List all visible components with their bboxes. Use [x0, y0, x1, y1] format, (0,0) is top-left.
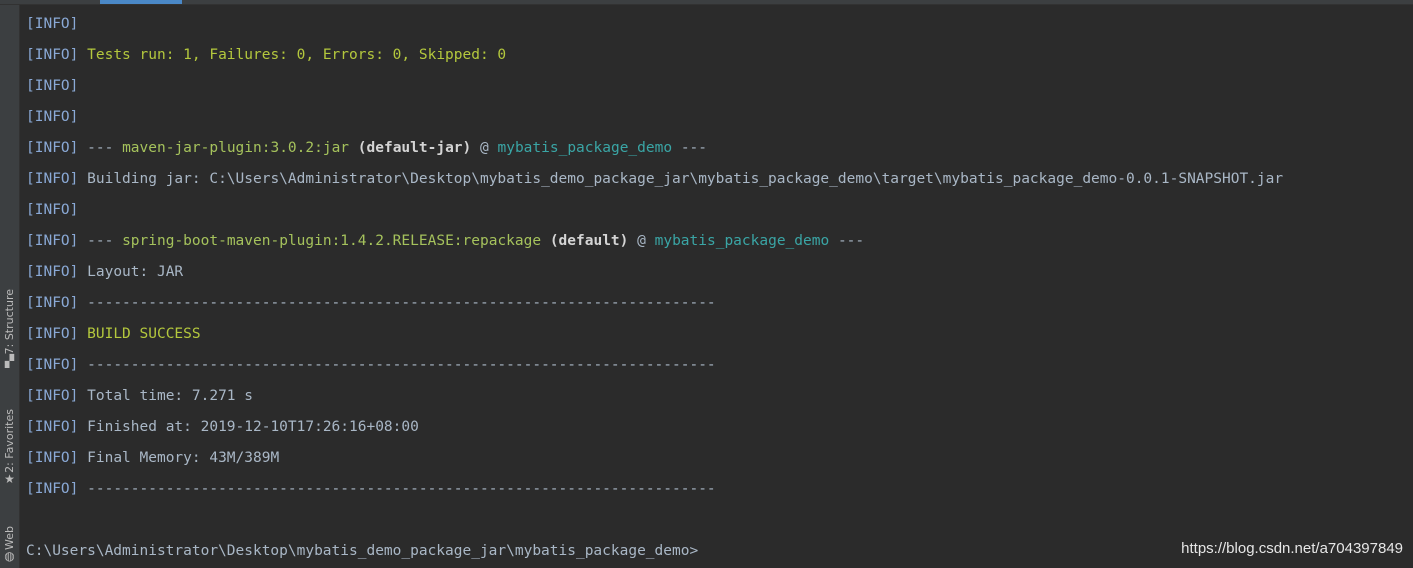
favorites-tab-label: 2: Favorites: [3, 409, 16, 473]
log-line: [INFO] --- maven-jar-plugin:3.0.2:jar (d…: [26, 133, 1406, 164]
layout-text: Layout: JAR: [87, 264, 184, 280]
watermark-url: https://blog.csdn.net/a704397849: [1181, 540, 1403, 557]
plugin-suffix: ---: [837, 233, 865, 249]
plugin-suffix: ---: [680, 140, 708, 156]
log-tag: [INFO]: [26, 481, 79, 497]
final-memory-text: Final Memory: 43M/389M: [87, 450, 280, 466]
build-success-text: BUILD SUCCESS: [87, 326, 201, 342]
globe-icon: ◍: [4, 548, 15, 563]
plugin-prefix: ---: [87, 233, 114, 249]
log-tag: [INFO]: [26, 233, 79, 249]
log-tag: [INFO]: [26, 78, 79, 94]
log-tag: [INFO]: [26, 202, 79, 218]
log-line: [INFO] ---------------------------------…: [26, 350, 1406, 381]
plugin-at: @: [637, 233, 646, 249]
log-tag: [INFO]: [26, 419, 79, 435]
active-tab-indicator[interactable]: [100, 0, 182, 4]
log-tag: [INFO]: [26, 109, 79, 125]
tests-run-summary: Tests run: 1, Failures: 0, Errors: 0, Sk…: [87, 47, 507, 63]
star-icon: ★: [4, 471, 15, 486]
log-line: [INFO] Tests run: 1, Failures: 0, Errors…: [26, 40, 1406, 71]
total-time-text: Total time: 7.271 s: [87, 388, 253, 404]
artifact-name: mybatis_package_demo: [654, 233, 830, 249]
finished-at-text: Finished at: 2019-12-10T17:26:16+08:00: [87, 419, 419, 435]
left-tool-window-bar: 7: Structure ▞ 2: Favorites ★ Web ◍: [0, 5, 20, 568]
ide-terminal-window: 7: Structure ▞ 2: Favorites ★ Web ◍ [INF…: [0, 0, 1413, 568]
plugin-prefix: ---: [87, 140, 114, 156]
log-tag: [INFO]: [26, 16, 79, 32]
plugin-at: @: [480, 140, 489, 156]
log-line: [INFO]: [26, 71, 1406, 102]
favorites-tab[interactable]: 2: Favorites ★: [0, 399, 19, 495]
log-line: [INFO] ---------------------------------…: [26, 288, 1406, 319]
web-tab-label: Web: [3, 526, 16, 550]
log-tag: [INFO]: [26, 357, 79, 373]
separator-line: ----------------------------------------…: [87, 357, 716, 373]
log-line: [INFO] Building jar: C:\Users\Administra…: [26, 164, 1406, 195]
structure-icon: ▞: [4, 353, 15, 368]
separator-line: ----------------------------------------…: [87, 295, 716, 311]
log-line: [INFO] Final Memory: 43M/389M: [26, 443, 1406, 474]
log-tag: [INFO]: [26, 264, 79, 280]
web-tab[interactable]: Web ◍: [0, 515, 19, 568]
log-line: [INFO] Finished at: 2019-12-10T17:26:16+…: [26, 412, 1406, 443]
tool-window-tab-strip: [0, 0, 1413, 5]
log-line: [INFO] ---------------------------------…: [26, 474, 1406, 505]
log-line: [INFO] --- spring-boot-maven-plugin:1.4.…: [26, 226, 1406, 257]
building-jar-text: Building jar: C:\Users\Administrator\Des…: [87, 171, 1284, 187]
log-tag: [INFO]: [26, 326, 79, 342]
log-line: [INFO]: [26, 9, 1406, 40]
plugin-name: maven-jar-plugin:3.0.2:jar: [122, 140, 350, 156]
log-tag: [INFO]: [26, 171, 79, 187]
log-line: [INFO] Total time: 7.271 s: [26, 381, 1406, 412]
structure-tab-label: 7: Structure: [3, 289, 16, 355]
shell-prompt[interactable]: C:\Users\Administrator\Desktop\mybatis_d…: [26, 541, 698, 561]
plugin-execution: (default-jar): [357, 140, 472, 156]
console-output[interactable]: [INFO] [INFO] Tests run: 1, Failures: 0,…: [26, 9, 1406, 505]
plugin-name: spring-boot-maven-plugin:1.4.2.RELEASE:r…: [122, 233, 542, 249]
log-tag: [INFO]: [26, 47, 79, 63]
log-tag: [INFO]: [26, 140, 79, 156]
structure-tab[interactable]: 7: Structure ▞: [0, 279, 19, 377]
log-line: [INFO]: [26, 195, 1406, 226]
log-tag: [INFO]: [26, 388, 79, 404]
log-tag: [INFO]: [26, 450, 79, 466]
log-line: [INFO]: [26, 102, 1406, 133]
separator-line: ----------------------------------------…: [87, 481, 716, 497]
log-line: [INFO] Layout: JAR: [26, 257, 1406, 288]
log-tag: [INFO]: [26, 295, 79, 311]
plugin-execution: (default): [549, 233, 629, 249]
artifact-name: mybatis_package_demo: [497, 140, 673, 156]
log-line: [INFO] BUILD SUCCESS: [26, 319, 1406, 350]
